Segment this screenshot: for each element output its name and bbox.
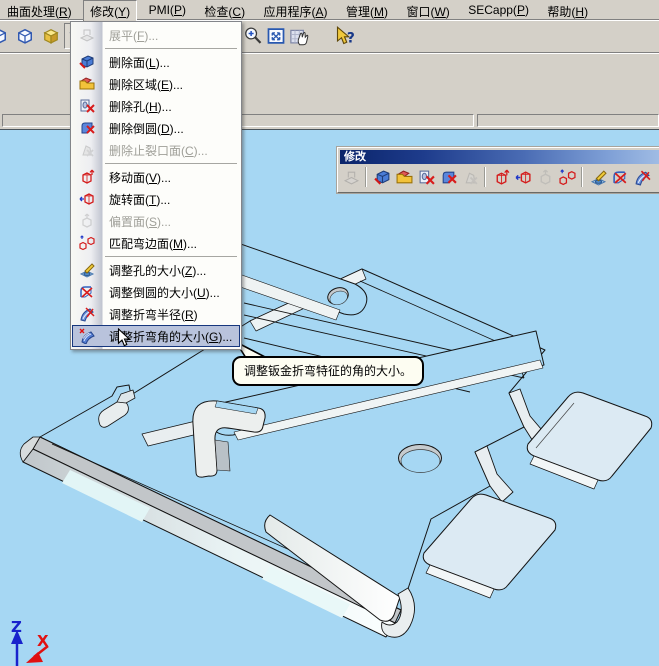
menu-item-bend-angle[interactable]: 调整折弯角的大小(G)...	[72, 325, 240, 347]
menu-item-delete-face[interactable]: 删除面(L)...	[72, 51, 240, 73]
menu-secapp[interactable]: SECapp(P)	[461, 0, 536, 19]
tb-bend-radius[interactable]	[632, 167, 652, 187]
menubar: 曲面处理(R) 修改(Y) PMI(P) 检查(C) 应用程序(A) 管理(M)…	[0, 0, 659, 22]
menu-inspect[interactable]: 检查(C)	[197, 0, 252, 22]
menu-item-delete-region[interactable]: 删除区域(E)...	[72, 73, 240, 95]
menu-pmi[interactable]: PMI(P)	[142, 0, 193, 19]
view-style-wireframe[interactable]	[0, 23, 12, 49]
coordinate-triad: Z X	[11, 618, 49, 666]
separator	[482, 167, 489, 187]
separator	[579, 167, 586, 187]
menu-item-flatten[interactable]: 展平(F)...	[72, 24, 240, 46]
tb-match-flange-face[interactable]	[557, 167, 577, 187]
part-center-hole	[398, 444, 442, 473]
tb-delete-face[interactable]	[372, 167, 392, 187]
floating-toolbar-icons	[340, 164, 659, 190]
floating-toolbar-title[interactable]: 修改	[340, 150, 659, 164]
tb-offset-face[interactable]	[535, 167, 555, 187]
tb-delete-round[interactable]	[438, 167, 458, 187]
menu-item-delete-rip-face[interactable]: 删除止裂口面(C)...	[72, 139, 240, 161]
menu-item-rotate-face[interactable]: 旋转面(T)...	[72, 188, 240, 210]
menu-item-resize-hole[interactable]: 调整孔的大小(Z)...	[72, 259, 240, 281]
menu-help[interactable]: 帮助(H)	[540, 0, 595, 22]
menu-item-bend-radius[interactable]: 调整折弯半径(R)	[72, 303, 240, 325]
part-upper-right-tab	[508, 388, 653, 490]
modify-dropdown-menu: 展平(F)... 删除面(L)... 删除区域(E)... 删除孔(H)... …	[70, 21, 242, 350]
menu-item-match-flange-face[interactable]: 匹配弯边面(M)...	[72, 232, 240, 254]
context-help[interactable]	[333, 23, 356, 49]
menu-window[interactable]: 窗口(W)	[399, 0, 456, 22]
separator	[310, 23, 333, 49]
tb-delete-region[interactable]	[394, 167, 414, 187]
tb-delete-rip-face[interactable]	[460, 167, 480, 187]
menu-manage[interactable]: 管理(M)	[339, 0, 395, 22]
pan[interactable]	[287, 23, 310, 49]
menu-modify[interactable]: 修改(Y)	[83, 0, 138, 22]
menu-item-resize-round[interactable]: 调整倒圆的大小(U)...	[72, 281, 240, 303]
tb-resize-round[interactable]	[610, 167, 630, 187]
tb-resize-hole[interactable]	[588, 167, 608, 187]
view-style-hidden-edges[interactable]	[12, 23, 38, 49]
dock-strip-right	[477, 114, 659, 127]
menu-item-delete-hole[interactable]: 删除孔(H)...	[72, 95, 240, 117]
menu-surface-processing[interactable]: 曲面处理(R)	[0, 0, 79, 22]
menu-applications[interactable]: 应用程序(A)	[257, 0, 335, 22]
axis-x-arrow	[26, 652, 43, 663]
tooltip: 调整钣金折弯特征的角的大小。	[232, 356, 425, 386]
menu-item-delete-round[interactable]: 删除倒圆(D)...	[72, 117, 240, 139]
tb-flatten[interactable]	[341, 167, 361, 187]
menu-item-offset-face[interactable]: 偏置面(S)...	[72, 210, 240, 232]
mouse-cursor	[117, 328, 131, 347]
floating-modify-toolbar[interactable]: 修改	[337, 147, 659, 193]
fit-view[interactable]	[264, 23, 287, 49]
view-style-shaded[interactable]	[38, 23, 64, 49]
tb-rotate-face[interactable]	[513, 167, 533, 187]
menu-item-move-face[interactable]: 移动面(V)...	[72, 166, 240, 188]
tb-delete-hole[interactable]	[416, 167, 436, 187]
tb-move-face[interactable]	[491, 167, 511, 187]
separator	[363, 167, 370, 187]
zoom-area[interactable]	[241, 23, 264, 49]
zoom-tools-group	[241, 23, 356, 49]
